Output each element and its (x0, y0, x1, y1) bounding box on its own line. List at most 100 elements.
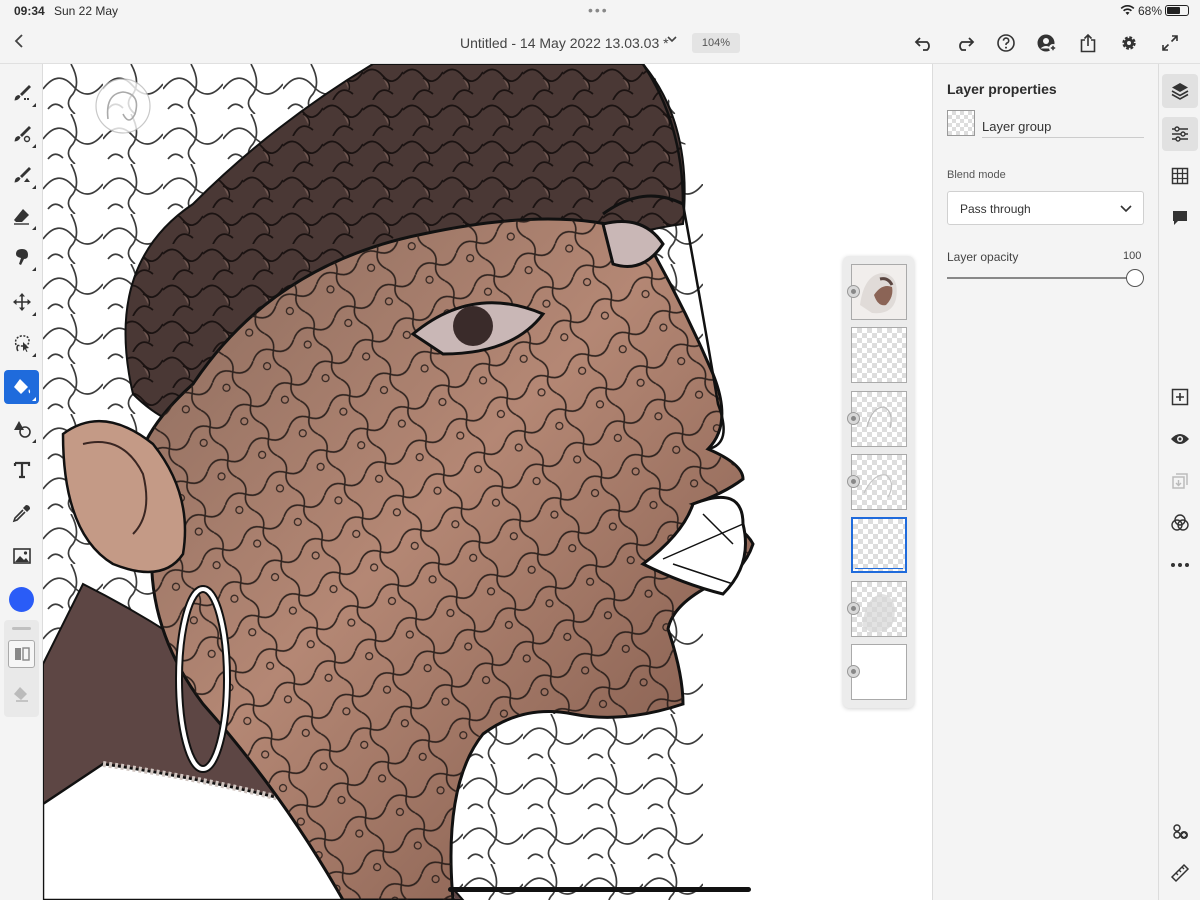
layer-visibility-toggle[interactable] (847, 412, 860, 425)
layer-name-field[interactable]: Layer group (982, 119, 1144, 138)
comments-button[interactable] (1162, 201, 1198, 235)
comments-icon (1173, 211, 1187, 225)
add-layer-icon (1171, 388, 1189, 406)
clone-icon (1173, 824, 1188, 839)
redo-icon (959, 37, 975, 51)
fullscreen-icon (1162, 35, 1178, 51)
fill-settings-icon (13, 687, 28, 702)
settings-button[interactable] (1115, 30, 1143, 56)
layer-group-thumbnail (947, 110, 975, 136)
layers-button[interactable] (1162, 74, 1198, 108)
layer-thumb-2[interactable] (851, 327, 907, 383)
blend-button[interactable] (1162, 506, 1198, 540)
compare-icon (14, 647, 30, 661)
layers-strip (843, 256, 914, 708)
live-brush-tool[interactable] (4, 117, 39, 151)
import-icon (1172, 473, 1188, 489)
share-icon (1080, 33, 1096, 53)
layer-properties-panel: Layer properties Layer group Blend mode … (932, 64, 1158, 900)
grid-icon (1171, 167, 1189, 185)
ruler-button[interactable] (1162, 856, 1198, 890)
image-icon (12, 548, 31, 564)
chevron-down-icon (1119, 201, 1133, 220)
help-button[interactable] (992, 30, 1020, 56)
layer-visibility-toggle[interactable] (847, 475, 860, 488)
layer-visibility-toggle[interactable] (847, 602, 860, 615)
zoom-level[interactable]: 104% (692, 33, 740, 53)
share-button[interactable] (1074, 30, 1102, 56)
blend-mode-label: Blend mode (947, 169, 1006, 181)
eraser-tool[interactable] (4, 199, 39, 233)
invite-button[interactable] (1033, 30, 1061, 56)
layer-thumb-5-selected[interactable] (851, 517, 907, 573)
wifi-icon (1120, 4, 1135, 19)
app-window: 09:34 Sun 22 May ••• 68% Untitled - 14 M… (0, 0, 1200, 900)
import-button[interactable] (1162, 464, 1198, 498)
ruler-icon (1170, 863, 1190, 883)
status-date: Sun 22 May (54, 4, 119, 18)
properties-icon (1172, 126, 1188, 142)
invite-icon (1037, 34, 1057, 52)
blend-icon (1171, 514, 1189, 531)
undo-button[interactable] (910, 30, 938, 56)
undo-icon (914, 37, 930, 51)
smudge-icon (15, 249, 28, 265)
multitask-dots-icon[interactable]: ••• (588, 2, 609, 18)
grid-button[interactable] (1162, 159, 1198, 193)
fullscreen-button[interactable] (1156, 30, 1184, 56)
image-tool[interactable] (4, 539, 39, 573)
more-icon (1171, 563, 1189, 567)
lasso-icon (14, 335, 30, 352)
artwork (43, 64, 932, 900)
drawing-canvas[interactable] (43, 64, 932, 900)
move-icon (12, 293, 31, 311)
layer-group-indicator (855, 568, 903, 573)
pixel-brush-tool[interactable] (4, 76, 39, 110)
status-bar: 09:34 Sun 22 May ••• 68% (0, 0, 1200, 22)
battery-percentage: 68% (1138, 4, 1163, 18)
layers-icon (1171, 83, 1189, 100)
title-menu-button[interactable] (666, 33, 678, 48)
tool-option-secondary[interactable] (8, 680, 35, 708)
tool-option-button[interactable] (8, 640, 35, 668)
layer-preview (863, 474, 893, 498)
more-button[interactable] (1162, 548, 1198, 582)
chevron-left-icon (14, 34, 23, 48)
layer-preview (862, 594, 895, 633)
opacity-slider-handle[interactable] (1126, 269, 1144, 287)
shapes-icon (13, 421, 31, 438)
vector-brush-icon (14, 167, 31, 183)
top-actions (910, 30, 1184, 56)
blend-mode-value: Pass through (960, 202, 1031, 216)
shapes-tool[interactable] (4, 412, 39, 446)
add-layer-button[interactable] (1162, 380, 1198, 414)
back-button[interactable] (12, 32, 32, 54)
blend-mode-select[interactable]: Pass through (947, 191, 1144, 225)
paint-bucket-icon (13, 379, 30, 394)
selection-tool[interactable] (4, 326, 39, 360)
layer-preview (866, 406, 892, 429)
home-indicator[interactable] (448, 887, 751, 892)
properties-button[interactable] (1162, 117, 1198, 151)
visibility-button[interactable] (1162, 422, 1198, 456)
left-toolbar (0, 64, 43, 900)
vector-brush-tool[interactable] (4, 158, 39, 192)
chevron-down-icon (667, 36, 677, 43)
fill-tool[interactable] (4, 370, 39, 404)
visibility-icon (1171, 434, 1189, 444)
text-tool[interactable] (4, 453, 39, 487)
layer-visibility-toggle[interactable] (847, 285, 860, 298)
opacity-slider-track[interactable] (947, 277, 1135, 279)
smudge-tool[interactable] (4, 240, 39, 274)
eyedropper-tool[interactable] (4, 496, 39, 530)
move-tool[interactable] (4, 285, 39, 319)
background-layer-toggle[interactable] (847, 665, 860, 678)
opacity-label: Layer opacity (947, 250, 1019, 264)
redo-button[interactable] (951, 30, 979, 56)
title-bar: Untitled - 14 May 2022 13.03.03 * 104% (0, 22, 1200, 64)
document-title[interactable]: Untitled - 14 May 2022 13.03.03 * (460, 35, 669, 51)
right-toolbar (1158, 64, 1200, 900)
panel-drag-handle[interactable] (12, 627, 31, 630)
clone-button[interactable] (1162, 814, 1198, 848)
current-color-swatch[interactable] (9, 587, 34, 612)
